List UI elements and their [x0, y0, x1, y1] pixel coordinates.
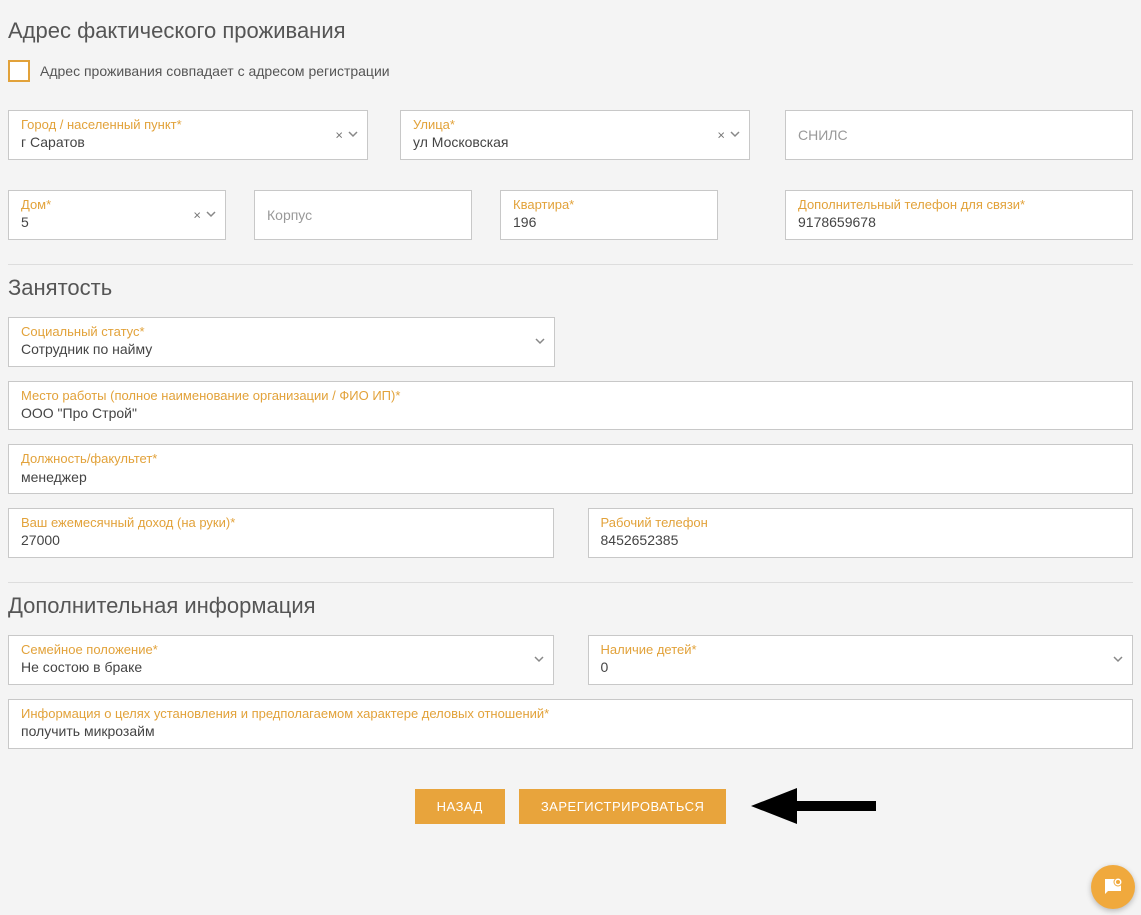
marital-label: Семейное положение* — [21, 642, 543, 658]
work-phone-field[interactable]: Рабочий телефон 8452652385 — [588, 508, 1134, 558]
social-status-label: Социальный статус* — [21, 324, 544, 340]
chat-icon[interactable] — [1091, 865, 1135, 909]
divider — [8, 582, 1133, 583]
income-field[interactable]: Ваш ежемесячный доход (на руки)* 27000 — [8, 508, 554, 558]
position-value: менеджер — [21, 468, 1122, 488]
street-value: ул Московская — [413, 133, 739, 153]
extra-phone-label: Дополнительный телефон для связи* — [798, 197, 1122, 213]
flat-value: 196 — [513, 213, 707, 233]
house-label: Дом* — [21, 197, 215, 213]
workplace-label: Место работы (полное наименование органи… — [21, 388, 1122, 404]
corp-placeholder: Корпус — [267, 207, 461, 223]
street-field[interactable]: Улица* ул Московская × — [400, 110, 750, 160]
house-field[interactable]: Дом* 5 × — [8, 190, 226, 240]
snils-field[interactable]: СНИЛС — [785, 110, 1133, 160]
marital-field[interactable]: Семейное положение* Не состою в браке — [8, 635, 554, 685]
address-match-checkbox[interactable] — [8, 60, 30, 82]
clear-icon[interactable]: × — [717, 127, 725, 142]
address-match-label: Адрес проживания совпадает с адресом рег… — [40, 63, 390, 79]
purpose-field[interactable]: Информация о целях установления и предпо… — [8, 699, 1133, 749]
clear-icon[interactable]: × — [193, 207, 201, 222]
arrow-left-icon — [751, 786, 881, 826]
address-section-title: Адрес фактического проживания — [8, 18, 1133, 44]
extra-phone-field[interactable]: Дополнительный телефон для связи* 917865… — [785, 190, 1133, 240]
city-field[interactable]: Город / населенный пункт* г Саратов × — [8, 110, 368, 160]
divider — [8, 264, 1133, 265]
address-match-row: Адрес проживания совпадает с адресом рег… — [8, 60, 1133, 82]
workplace-value: ООО "Про Строй" — [21, 404, 1122, 424]
house-value: 5 — [21, 213, 215, 233]
extra-section-title: Дополнительная информация — [8, 593, 1133, 619]
employment-section-title: Занятость — [8, 275, 1133, 301]
position-field[interactable]: Должность/факультет* менеджер — [8, 444, 1133, 494]
back-button[interactable]: НАЗАД — [415, 789, 505, 824]
snils-placeholder: СНИЛС — [798, 127, 1122, 143]
social-status-value: Сотрудник по найму — [21, 340, 544, 360]
register-button[interactable]: ЗАРЕГИСТРИРОВАТЬСЯ — [519, 789, 727, 824]
position-label: Должность/факультет* — [21, 451, 1122, 467]
flat-label: Квартира* — [513, 197, 707, 213]
children-label: Наличие детей* — [601, 642, 1123, 658]
extra-phone-value: 9178659678 — [798, 213, 1122, 233]
flat-field[interactable]: Квартира* 196 — [500, 190, 718, 240]
street-label: Улица* — [413, 117, 739, 133]
city-value: г Саратов — [21, 133, 357, 153]
work-phone-label: Рабочий телефон — [601, 515, 1123, 531]
income-label: Ваш ежемесячный доход (на руки)* — [21, 515, 543, 531]
social-status-field[interactable]: Социальный статус* Сотрудник по найму — [8, 317, 555, 367]
workplace-field[interactable]: Место работы (полное наименование органи… — [8, 381, 1133, 431]
children-field[interactable]: Наличие детей* 0 — [588, 635, 1134, 685]
city-label: Город / населенный пункт* — [21, 117, 357, 133]
purpose-value: получить микрозайм — [21, 722, 1122, 742]
corp-field[interactable]: Корпус — [254, 190, 472, 240]
work-phone-value: 8452652385 — [601, 531, 1123, 551]
children-value: 0 — [601, 658, 1123, 678]
clear-icon[interactable]: × — [335, 127, 343, 142]
purpose-label: Информация о целях установления и предпо… — [21, 706, 1122, 722]
footer: НАЗАД ЗАРЕГИСТРИРОВАТЬСЯ — [8, 789, 1133, 824]
income-value: 27000 — [21, 531, 543, 551]
marital-value: Не состою в браке — [21, 658, 543, 678]
